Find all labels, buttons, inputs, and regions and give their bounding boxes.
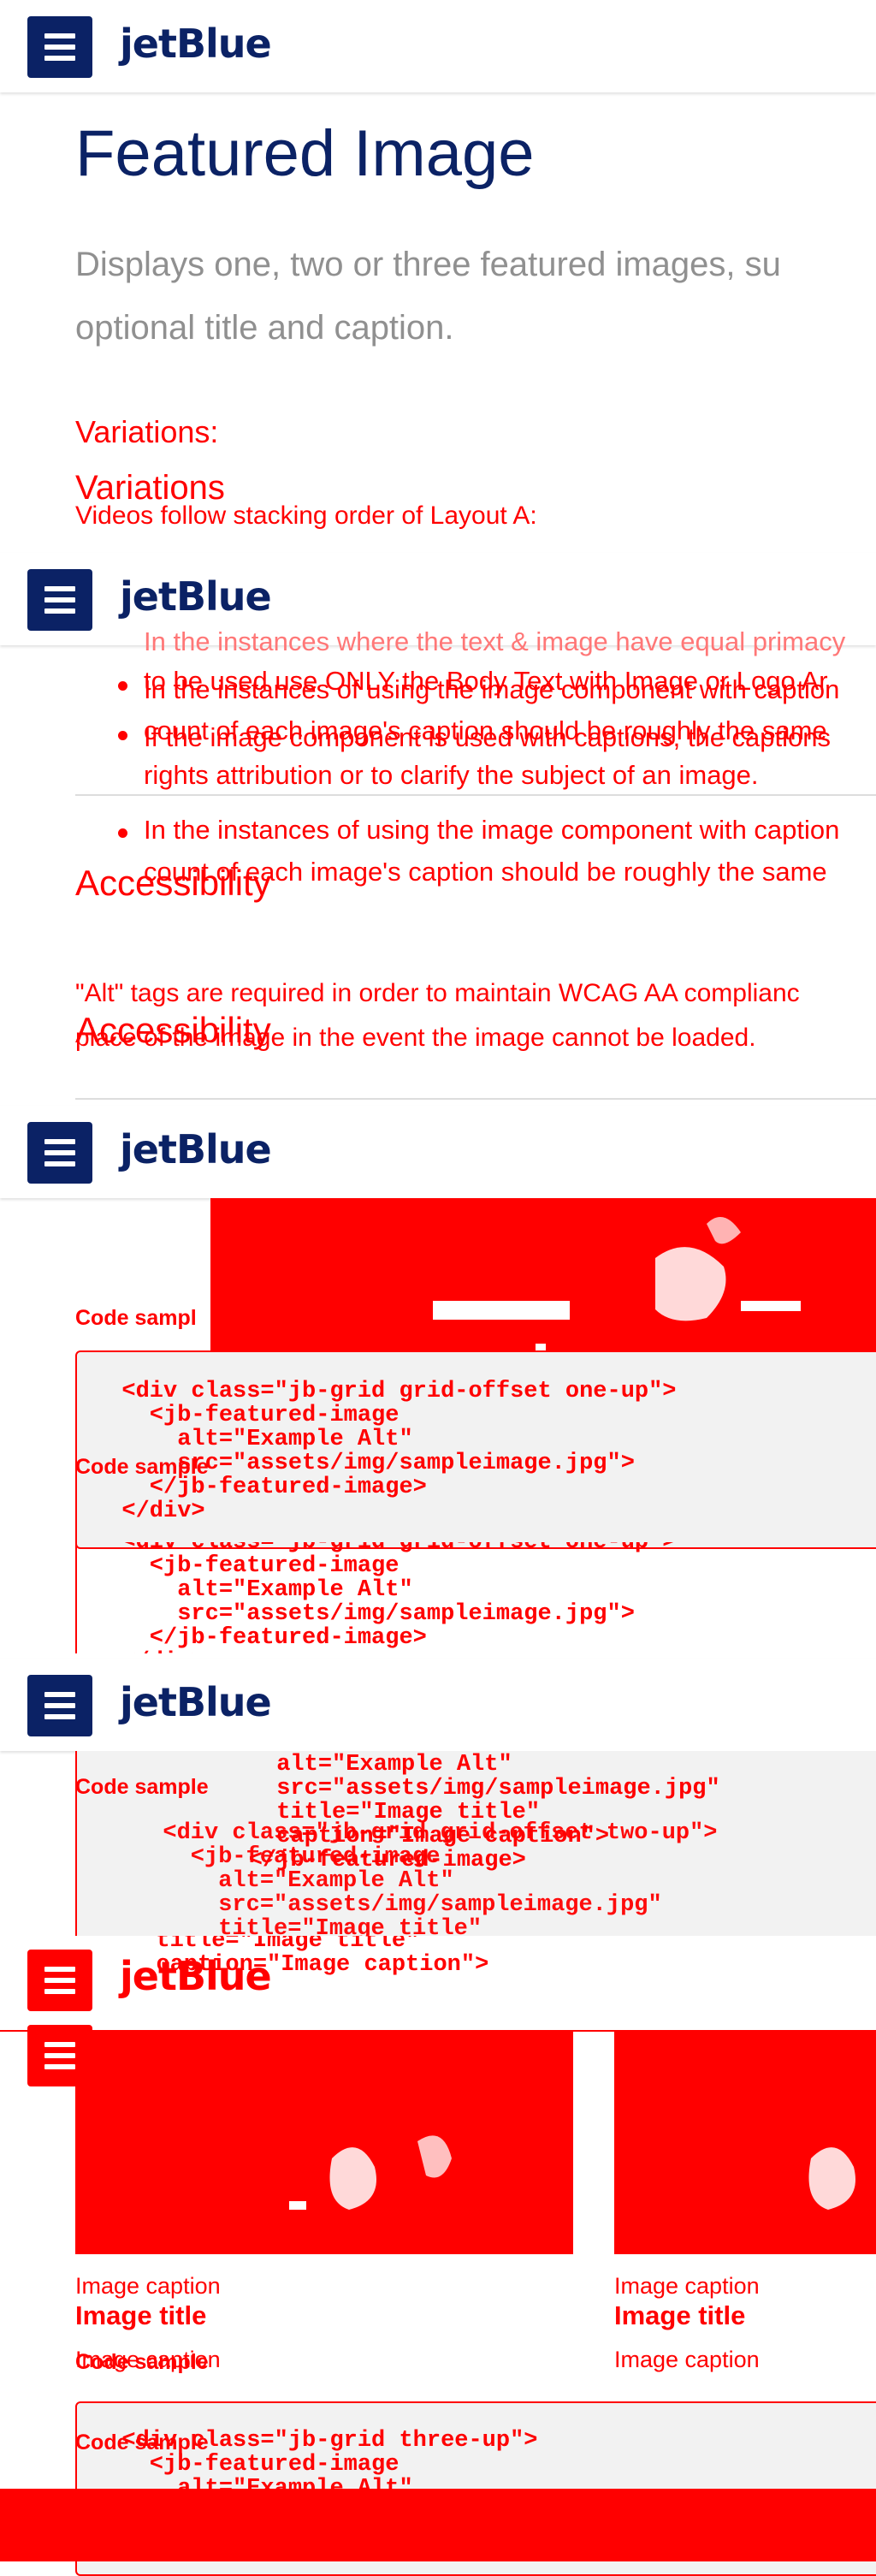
image-caption-left-top: Image caption xyxy=(75,2273,221,2299)
featured-image-one-up xyxy=(210,1198,876,1361)
code-sample-label-5: Code sample xyxy=(75,2431,209,2454)
image-title-left: Image title xyxy=(75,2300,207,2330)
jetblue-logo[interactable]: jetBlue xyxy=(120,21,272,67)
menu-button[interactable] xyxy=(27,1122,92,1184)
footer-band xyxy=(0,2489,876,2561)
jetblue-logo[interactable]: jetBlue xyxy=(120,573,272,620)
jetblue-logo[interactable]: jetBlue xyxy=(120,1126,272,1172)
site-header-3: jetBlue xyxy=(0,1106,876,1198)
menu-button[interactable] xyxy=(27,1675,92,1736)
jetblue-logo[interactable]: jetBlue xyxy=(120,1679,272,1725)
hamburger-icon xyxy=(44,2042,75,2047)
code-sample-label-4: Code sample xyxy=(75,2350,209,2374)
site-header-4: jetBlue xyxy=(0,1659,876,1751)
code-sample-box-1[interactable]: <div class="jb-grid grid-offset one-up">… xyxy=(75,1350,876,1549)
code-sample-label-2: Code sample xyxy=(75,1455,209,1479)
image-caption-right-top: Image caption xyxy=(614,2273,760,2299)
variations-heading: Variations: xyxy=(75,414,219,449)
hamburger-icon xyxy=(44,1967,75,1972)
sample-image-icon xyxy=(808,2147,855,2210)
menu-button[interactable] xyxy=(27,16,92,78)
image-title-right: Image title xyxy=(614,2300,746,2330)
accessibility-heading: Accessibility xyxy=(75,863,271,903)
site-header: jetBlue xyxy=(0,0,876,92)
featured-image-left xyxy=(75,2030,573,2254)
hamburger-icon xyxy=(44,1692,75,1697)
variations-intro: Videos follow stacking order of Layout A… xyxy=(75,502,537,530)
code-sample-label-3: Code sample xyxy=(75,1775,209,1799)
jetblue-logo[interactable]: jetBlue xyxy=(120,1953,272,1999)
page-title: Featured Image xyxy=(75,117,535,190)
sample-image-icon xyxy=(433,1217,801,1354)
hamburger-icon xyxy=(44,33,75,39)
image-caption-right: Image caption xyxy=(614,2347,760,2372)
code-sample-box-2[interactable]: <div class="jb-grid grid-offset one-up">… xyxy=(75,1542,876,1653)
guidelines-list: In the instances where the text & image … xyxy=(0,620,876,877)
hamburger-icon xyxy=(44,586,75,591)
sample-image-icon xyxy=(289,2135,452,2210)
menu-button[interactable] xyxy=(27,1950,92,2011)
hamburger-icon xyxy=(44,1139,75,1144)
accessibility-text-1: "Alt" tags are required in order to main… xyxy=(75,979,800,1007)
featured-image-right xyxy=(614,2030,876,2254)
accessibility-text-2: place of the image in the event the imag… xyxy=(75,1024,756,1052)
page-lead: Displays one, two or three featured imag… xyxy=(75,246,781,347)
code-sample-label-1: Code sampl xyxy=(75,1306,197,1330)
site-header-5: title="Image title" caption="Image capti… xyxy=(0,1936,876,2032)
